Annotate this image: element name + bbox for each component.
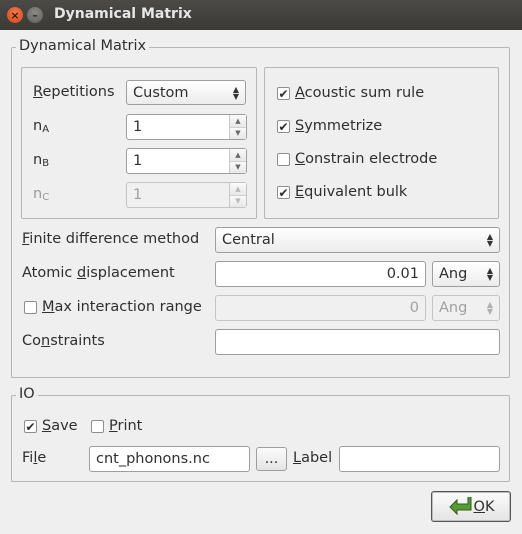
equivalent-bulk-checkbox[interactable]: ✔ [277, 186, 290, 199]
green-arrow-icon [448, 496, 472, 515]
equivalent-bulk-label[interactable]: Equivalent bulk [295, 184, 407, 200]
nc-spinbox: 1 ▲ ▼ [126, 182, 247, 208]
browse-button[interactable]: ... [256, 447, 287, 471]
atomic-displacement-unit-combo[interactable]: Ang ▲ ▼ [432, 261, 500, 287]
nc-label: nC [33, 186, 50, 203]
nb-value: 1 [133, 153, 143, 169]
file-label: File [22, 450, 47, 466]
max-interaction-range-unit-combo: Ang ▲ ▼ [432, 295, 500, 321]
combo-arrows-icon: ▲ ▼ [486, 266, 493, 282]
na-label: nA [33, 118, 50, 135]
repetitions-label: Repetitions [33, 84, 115, 100]
checkmark-icon: ✔ [25, 419, 36, 434]
symmetrize-checkbox[interactable]: ✔ [277, 120, 290, 133]
constrain-electrode-checkbox[interactable] [277, 153, 290, 166]
atomic-displacement-input[interactable]: 0.01 [215, 261, 426, 287]
file-input[interactable]: cnt_phonons.nc [89, 446, 250, 472]
minimize-icon: – [32, 8, 38, 22]
constrain-electrode-label[interactable]: Constrain electrode [295, 151, 437, 167]
print-checkbox[interactable] [91, 420, 104, 433]
label-input[interactable] [339, 446, 500, 472]
range-unit-value: Ang [439, 300, 468, 316]
finite-difference-combo[interactable]: Central ▲ ▼ [215, 227, 500, 253]
title-bar[interactable]: × – Dynamical Matrix [0, 0, 522, 30]
combo-arrows-icon: ▲ ▼ [486, 300, 493, 316]
na-spinbox[interactable]: 1 ▲ ▼ [126, 114, 247, 140]
constraints-input[interactable] [215, 329, 500, 355]
nb-label: nB [33, 152, 50, 169]
label-field-label: Label [293, 450, 333, 466]
spin-up-icon[interactable]: ▲ [230, 149, 246, 162]
spin-down-icon[interactable]: ▼ [230, 161, 246, 173]
acoustic-sum-rule-checkbox[interactable]: ✔ [277, 87, 290, 100]
io-legend: IO [16, 386, 38, 402]
symmetrize-label[interactable]: Symmetrize [295, 118, 382, 134]
checkmark-icon: ✔ [278, 119, 289, 134]
print-label[interactable]: Print [109, 418, 142, 434]
ok-button[interactable]: OK [431, 491, 511, 522]
close-window-button[interactable]: × [7, 7, 23, 23]
nc-value: 1 [133, 187, 143, 203]
max-interaction-range-checkbox[interactable] [24, 301, 37, 314]
checkmark-icon: ✔ [278, 185, 289, 200]
max-interaction-range-input: 0 [215, 295, 426, 321]
constraints-label: Constraints [22, 333, 105, 349]
window-title: Dynamical Matrix [54, 6, 192, 22]
close-icon: × [10, 8, 20, 22]
repetitions-combo[interactable]: Custom ▲ ▼ [126, 80, 246, 105]
checkmark-icon: ✔ [278, 86, 289, 101]
dynamical-matrix-legend: Dynamical Matrix [16, 38, 150, 54]
spin-down-icon[interactable]: ▼ [230, 127, 246, 139]
ok-label: OK [473, 498, 495, 515]
save-checkbox[interactable]: ✔ [24, 420, 37, 433]
acoustic-sum-rule-label[interactable]: Acoustic sum rule [295, 85, 424, 101]
minimize-window-button[interactable]: – [27, 7, 43, 23]
atomic-displacement-label: Atomic displacement [22, 265, 175, 281]
save-label[interactable]: Save [42, 418, 78, 434]
spin-up-icon: ▲ [230, 183, 246, 196]
max-interaction-range-label[interactable]: Max interaction range [42, 299, 202, 315]
finite-difference-value: Central [222, 232, 275, 248]
combo-arrows-icon: ▲ ▼ [486, 232, 493, 248]
spin-up-icon[interactable]: ▲ [230, 115, 246, 128]
repetitions-value: Custom [133, 84, 189, 101]
finite-difference-label: Finite difference method [22, 231, 200, 247]
nb-spinbox[interactable]: 1 ▲ ▼ [126, 148, 247, 174]
na-value: 1 [133, 119, 143, 135]
displacement-unit-value: Ang [439, 266, 468, 282]
spin-down-icon: ▼ [230, 195, 246, 207]
combo-arrows-icon: ▲ ▼ [232, 84, 239, 101]
